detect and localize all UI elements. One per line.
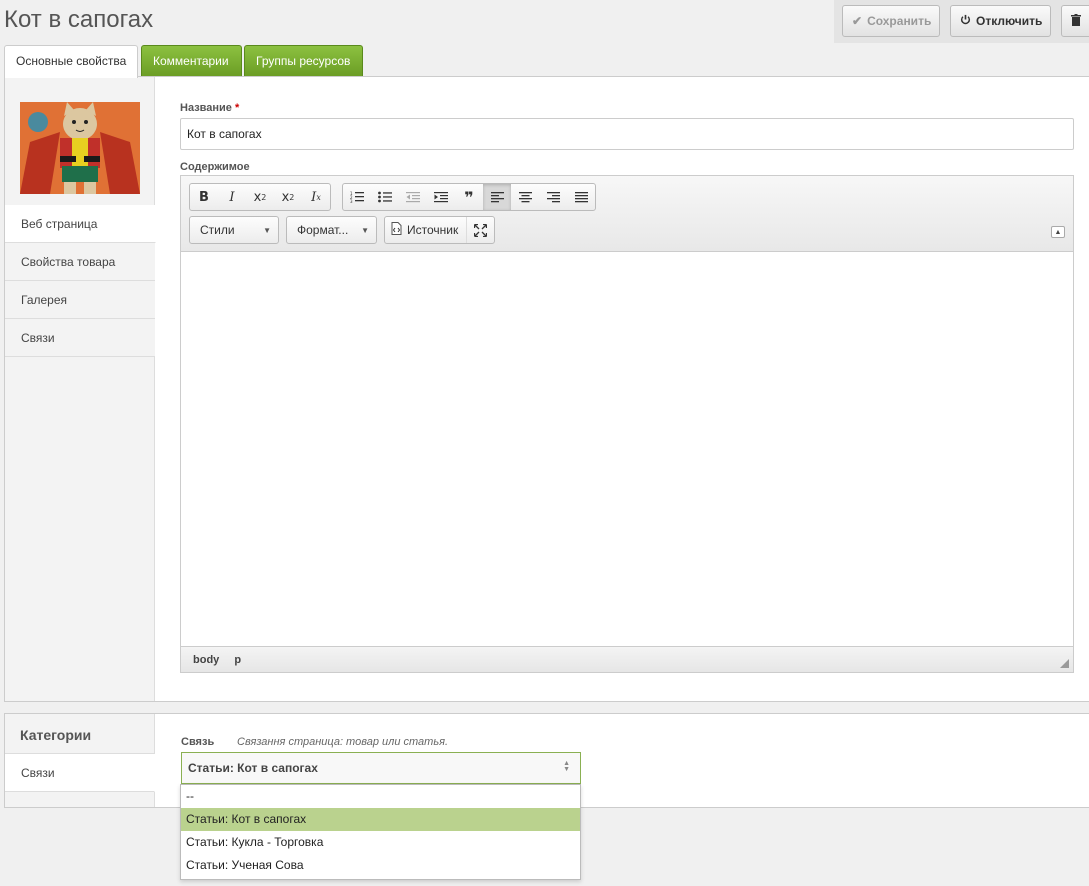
collapse-toolbar-icon[interactable]: ▲: [1051, 226, 1065, 238]
page-title: Кот в сапогах: [4, 6, 154, 33]
align-center-icon[interactable]: [511, 184, 539, 210]
check-icon: ✔: [852, 14, 863, 28]
maximize-icon[interactable]: [466, 217, 494, 243]
categories-sidebar: Категории Связи: [5, 714, 155, 807]
save-button[interactable]: ✔ Сохранить: [842, 5, 940, 37]
sidebar-item-links-bottom[interactable]: Связи: [5, 754, 155, 792]
svg-text:3: 3: [350, 199, 353, 203]
delete-button[interactable]: [1061, 5, 1089, 37]
blockquote-icon[interactable]: ❞: [455, 184, 483, 210]
paragraph-group: 123 ❞: [342, 183, 596, 211]
source-group: Источник: [384, 216, 496, 244]
editor-content-area[interactable]: [181, 252, 1073, 646]
sidebar-item-gallery[interactable]: Галерея: [5, 281, 155, 319]
product-thumbnail[interactable]: [20, 102, 140, 194]
link-label: Связь: [181, 736, 215, 748]
name-input[interactable]: [180, 118, 1074, 150]
categories-header: Категории: [5, 714, 154, 754]
sidebar-item-web-page[interactable]: Веб страница: [5, 205, 156, 243]
trash-icon: [1071, 13, 1081, 29]
action-bar: ✔ Сохранить Отключить: [834, 0, 1089, 43]
text-style-group: B I x2 x2 Ix: [189, 183, 331, 211]
sidebar-item-product-properties[interactable]: Свойства товара: [5, 243, 155, 281]
sidebar-item-links[interactable]: Связи: [5, 319, 155, 357]
sidebar-nav: Веб страница Свойства товара Галерея Свя…: [5, 205, 156, 357]
link-select[interactable]: Статьи: Кот в сапогах ▲ ▼: [181, 752, 581, 784]
format-combo[interactable]: Формат... ▼: [286, 216, 377, 244]
dropdown-option[interactable]: --: [181, 785, 580, 808]
dropdown-option[interactable]: Статьи: Кукла - Торговка: [181, 831, 580, 854]
align-right-icon[interactable]: [539, 184, 567, 210]
outdent-icon[interactable]: [399, 184, 427, 210]
dropdown-option[interactable]: Статьи: Кот в сапогах: [181, 808, 580, 831]
styles-combo[interactable]: Стили ▼: [189, 216, 279, 244]
link-dropdown: -- Статьи: Кот в сапогах Статьи: Кукла -…: [180, 784, 581, 880]
required-mark: *: [235, 102, 240, 114]
rich-text-editor: B I x2 x2 Ix 123 ❞ Стили ▼ Формат... ▼ И…: [180, 175, 1074, 673]
bullet-list-icon[interactable]: [371, 184, 399, 210]
italic-icon[interactable]: I: [218, 184, 246, 210]
resize-handle-icon[interactable]: [1060, 659, 1069, 668]
source-button[interactable]: Источник: [385, 217, 466, 243]
power-icon: [960, 14, 971, 28]
superscript-icon[interactable]: x2: [274, 184, 302, 210]
tab-main-properties[interactable]: Основные свойства: [4, 45, 138, 78]
main-panel: Веб страница Свойства товара Галерея Свя…: [4, 76, 1089, 702]
bold-icon[interactable]: B: [190, 184, 218, 210]
link-hint: Связання страница: товар или статья.: [237, 736, 449, 748]
editor-status-bar: body p: [181, 646, 1073, 672]
name-label: Название *: [180, 102, 240, 114]
remove-format-icon[interactable]: Ix: [302, 184, 330, 210]
sidebar: Веб страница Свойства товара Галерея Свя…: [5, 77, 156, 701]
disable-button[interactable]: Отключить: [950, 5, 1051, 37]
align-justify-icon[interactable]: [567, 184, 595, 210]
path-p[interactable]: p: [234, 654, 241, 666]
tab-resource-groups[interactable]: Группы ресурсов: [244, 45, 363, 77]
path-body[interactable]: body: [193, 654, 219, 666]
numbered-list-icon[interactable]: 123: [343, 184, 371, 210]
caret-down-icon: ▼: [263, 225, 271, 235]
content-label: Содержимое: [180, 161, 250, 173]
tab-comments[interactable]: Комментарии: [141, 45, 242, 77]
indent-icon[interactable]: [427, 184, 455, 210]
editor-toolbar: B I x2 x2 Ix 123 ❞ Стили ▼ Формат... ▼ И…: [181, 176, 1073, 252]
dropdown-option[interactable]: Статьи: Ученая Сова: [181, 854, 580, 877]
align-left-icon[interactable]: [483, 184, 511, 210]
caret-down-icon: ▼: [361, 225, 369, 235]
subscript-icon[interactable]: x2: [246, 184, 274, 210]
source-icon: [391, 222, 402, 238]
select-arrows-icon: ▲ ▼: [563, 760, 570, 773]
